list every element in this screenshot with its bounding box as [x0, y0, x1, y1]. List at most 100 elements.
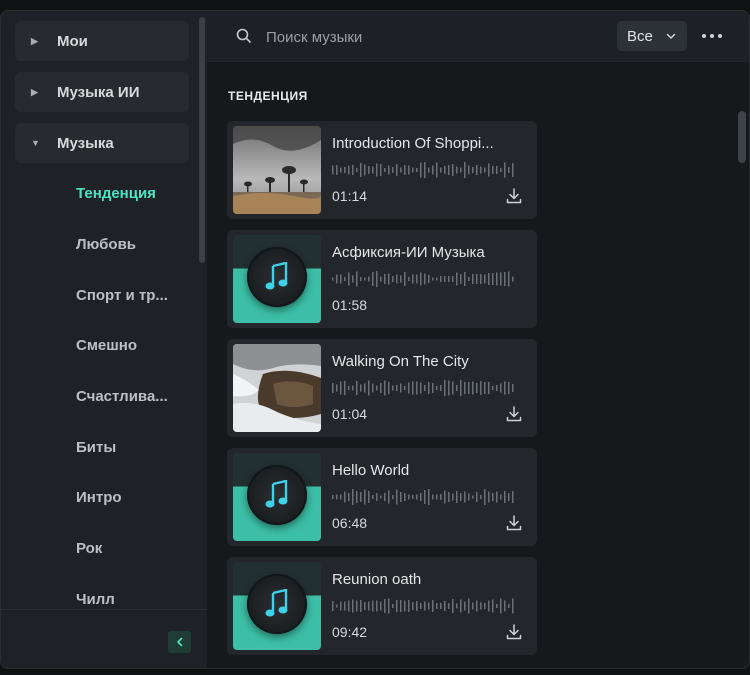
waveform-bar: [476, 600, 478, 612]
waveform-bar: [356, 271, 358, 287]
download-icon[interactable]: [505, 187, 523, 205]
waveform-bar: [368, 380, 370, 396]
sidebar-group-label: Мои: [57, 32, 88, 50]
waveform-bar: [416, 168, 418, 172]
waveform-bar: [376, 493, 378, 501]
sidebar-item-happy[interactable]: Счастлива...: [76, 388, 168, 405]
waveform-bar: [508, 271, 510, 287]
music-note-icon: [265, 262, 288, 290]
waveform-bar: [436, 386, 438, 390]
waveform-bar: [480, 274, 482, 284]
waveform-bar: [364, 602, 366, 610]
waveform-bar: [496, 166, 498, 174]
track-duration: 01:14: [332, 188, 368, 204]
waveform-bar: [332, 383, 334, 393]
waveform-bar: [492, 386, 494, 390]
sidebar-item-funny[interactable]: Смешно: [76, 337, 137, 354]
waveform-bar: [496, 604, 498, 608]
track-card[interactable]: Walking On The City 01:04: [227, 339, 537, 437]
waveform-bar: [444, 380, 446, 396]
sidebar-item-rock[interactable]: Рок: [76, 540, 102, 557]
waveform-bar: [504, 272, 506, 286]
search-input[interactable]: [264, 25, 568, 49]
caret-right-icon: ▶: [31, 35, 38, 46]
waveform-bar: [460, 167, 462, 173]
waveform-bar: [372, 383, 374, 393]
waveform-bar: [352, 489, 354, 505]
sidebar-item-beats[interactable]: Биты: [76, 439, 116, 456]
waveform-bar: [504, 381, 506, 395]
waveform-bar: [384, 493, 386, 501]
track-card[interactable]: Reunion oath 09:42: [227, 557, 537, 655]
waveform-bar: [352, 385, 354, 391]
waveform-bar: [336, 165, 338, 175]
track-duration: 09:42: [332, 624, 368, 640]
filter-dropdown[interactable]: Все: [617, 21, 687, 51]
waveform-bar: [412, 495, 414, 499]
sidebar-scrollbar[interactable]: [199, 17, 205, 263]
waveform-bar: [392, 167, 394, 173]
waveform-bar: [508, 604, 510, 608]
waveform-bar: [416, 601, 418, 611]
waveform-bar: [456, 272, 458, 286]
track-card[interactable]: Асфиксия-ИИ Музыка 01:58: [227, 230, 537, 328]
sidebar-item-love[interactable]: Любовь: [76, 236, 136, 253]
waveform-bar: [424, 385, 426, 391]
sidebar-item-trending[interactable]: Тенденция: [76, 185, 156, 202]
waveform-bar: [428, 489, 430, 505]
waveform-bar: [500, 494, 502, 500]
waveform-bar: [488, 273, 490, 285]
track-card[interactable]: Introduction Of Shoppi... 01:14: [227, 121, 537, 219]
waveform-bar: [496, 385, 498, 391]
waveform-bar: [372, 166, 374, 174]
waveform-bar: [496, 272, 498, 286]
sidebar-item-intro[interactable]: Интро: [76, 489, 122, 506]
waveform-bar: [452, 164, 454, 176]
sidebar-group-music[interactable]: ▼ Музыка: [15, 123, 189, 163]
collapse-sidebar-button[interactable]: [168, 631, 191, 653]
sidebar-item-chill[interactable]: Чилл: [76, 591, 115, 608]
waveform-bar: [456, 166, 458, 174]
waveform-bar: [432, 494, 434, 500]
waveform-bar: [388, 490, 390, 504]
waveform-bar: [380, 383, 382, 393]
waveform-bar: [456, 603, 458, 609]
waveform-bar: [504, 600, 506, 612]
waveform-bar: [396, 385, 398, 391]
download-icon[interactable]: [505, 514, 523, 532]
waveform-bar: [484, 603, 486, 609]
download-icon[interactable]: [505, 405, 523, 423]
waveform-bar: [380, 164, 382, 176]
waveform-bar: [388, 273, 390, 285]
main-scrollbar[interactable]: [738, 111, 746, 163]
sidebar-group-mine[interactable]: ▶ Мои: [15, 21, 189, 61]
waveform-bar: [400, 492, 402, 502]
track-card[interactable]: Hello World 06:48: [227, 448, 537, 546]
waveform-bar: [336, 274, 338, 284]
waveform-bar: [340, 167, 342, 173]
sidebar-group-label: Музыка: [57, 134, 114, 152]
waveform-bar: [384, 168, 386, 172]
waveform-bar: [376, 271, 378, 287]
track-duration: 01:04: [332, 406, 368, 422]
waveform-bar: [340, 494, 342, 500]
sidebar-group-ai-music[interactable]: ▶ Музыка ИИ: [15, 72, 189, 112]
waveform-bar: [348, 386, 350, 390]
waveform-bar: [384, 599, 386, 613]
waveform-bar: [344, 491, 346, 503]
waveform-bar: [440, 603, 442, 609]
waveform-bar: [428, 167, 430, 173]
waveform-bar: [348, 600, 350, 612]
waveform-bar: [364, 164, 366, 176]
waveform-bar: [368, 491, 370, 503]
waveform-bar: [416, 381, 418, 395]
more-options-icon[interactable]: [700, 26, 724, 46]
waveform-bar: [356, 600, 358, 612]
download-icon[interactable]: [505, 623, 523, 641]
waveform-bar: [456, 491, 458, 503]
sidebar-item-sport[interactable]: Спорт и тр...: [76, 287, 168, 304]
waveform-bar: [444, 276, 446, 282]
waveform-bar: [480, 495, 482, 499]
waveform-bar: [376, 163, 378, 177]
waveform-bar: [464, 272, 466, 286]
